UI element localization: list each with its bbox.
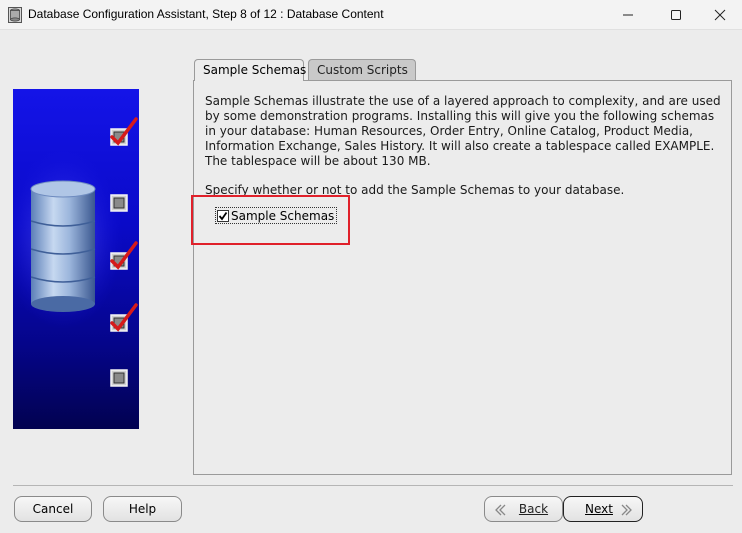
window-title: Database Configuration Assistant, Step 8… bbox=[28, 7, 384, 21]
tab-sample-schemas[interactable]: Sample Schemas bbox=[194, 59, 306, 81]
chevron-right-icon bbox=[620, 503, 634, 517]
sample-schemas-description: Sample Schemas illustrate the use of a l… bbox=[205, 94, 721, 168]
footer-separator bbox=[13, 485, 733, 486]
back-button-label: Back bbox=[518, 502, 549, 516]
step-unchecked-icon bbox=[110, 369, 128, 387]
cancel-button-label: Cancel bbox=[32, 502, 74, 516]
sample-schemas-prompt: Specify whether or not to add the Sample… bbox=[205, 183, 625, 197]
database-app-icon bbox=[8, 7, 22, 23]
title-bar: Database Configuration Assistant, Step 8… bbox=[0, 0, 742, 30]
chevron-left-icon bbox=[493, 503, 507, 517]
help-button-label: Help bbox=[128, 502, 157, 516]
step-checked-icon bbox=[110, 117, 138, 146]
cancel-button[interactable]: Cancel bbox=[14, 496, 92, 522]
sample-schemas-checkbox[interactable]: Sample Schemas bbox=[215, 207, 338, 224]
next-button[interactable]: Next bbox=[563, 496, 643, 522]
tab-content-panel: Sample Schemas illustrate the use of a l… bbox=[193, 80, 732, 475]
next-button-label: Next bbox=[585, 502, 613, 516]
sample-schemas-checkbox-label: Sample Schemas bbox=[231, 208, 335, 223]
help-button[interactable]: Help bbox=[103, 496, 182, 522]
minimize-icon[interactable] bbox=[605, 0, 651, 30]
wizard-progress-graphic bbox=[13, 89, 139, 429]
checkbox-checked-icon[interactable] bbox=[217, 209, 229, 222]
close-icon[interactable] bbox=[697, 0, 742, 30]
database-cylinder-icon bbox=[30, 180, 96, 312]
step-unchecked-icon bbox=[110, 194, 128, 212]
tab-custom-scripts[interactable]: Custom Scripts bbox=[308, 59, 416, 80]
back-button[interactable]: Back bbox=[484, 496, 563, 522]
step-checked-icon bbox=[110, 303, 138, 332]
maximize-icon[interactable] bbox=[653, 0, 699, 30]
